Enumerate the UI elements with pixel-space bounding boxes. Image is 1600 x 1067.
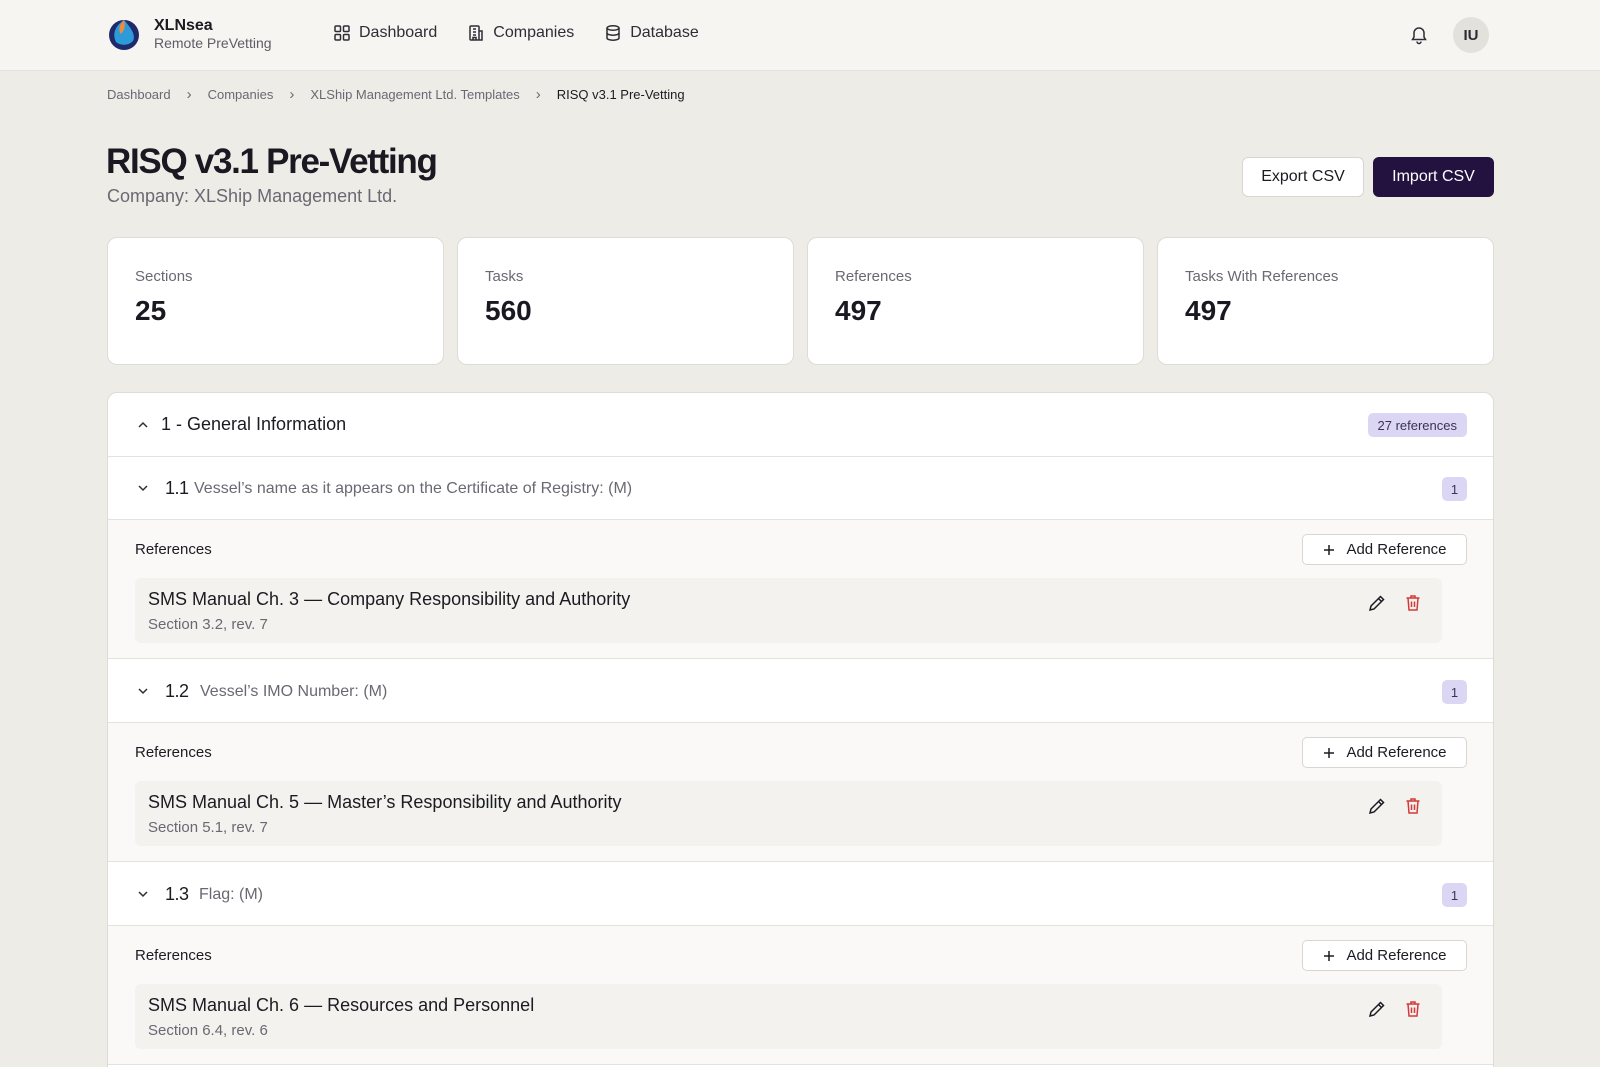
task-row[interactable]: 1.3 Flag: (M) 1 [108, 863, 1493, 926]
references-block: References Add Reference SMS Manual Ch. … [108, 520, 1493, 659]
task-description: Vessel’s IMO Number: (M) [200, 683, 388, 700]
reference-item: SMS Manual Ch. 6 — Resources and Personn… [135, 984, 1442, 1049]
add-reference-label: Add Reference [1346, 947, 1447, 964]
section-header[interactable]: 1 - General Information 27 references [108, 393, 1493, 457]
references-block: References Add Reference SMS Manual Ch. … [108, 926, 1493, 1065]
stat-value: 560 [485, 295, 532, 326]
breadcrumb: Dashboard › Companies › XLShip Managemen… [107, 86, 685, 103]
references-block: References Add Reference SMS Manual Ch. … [108, 723, 1493, 862]
add-reference-button[interactable]: Add Reference [1302, 534, 1467, 565]
add-reference-label: Add Reference [1346, 541, 1447, 558]
stat-card-tasks-with-references: Tasks With References 497 [1157, 237, 1494, 365]
brand[interactable]: XLNsea Remote PreVetting [107, 16, 272, 52]
xlnsea-logo-icon [109, 20, 139, 50]
breadcrumb-current: RISQ v3.1 Pre-Vetting [556, 87, 685, 102]
stat-value: 497 [1185, 295, 1232, 326]
import-csv-button[interactable]: Import CSV [1373, 157, 1494, 197]
task-number: 1.1 [165, 478, 189, 498]
nav-database[interactable]: Database [604, 24, 699, 42]
reference-title: SMS Manual Ch. 6 — Resources and Personn… [148, 995, 535, 1015]
section-title: 1 - General Information [161, 414, 347, 434]
edit-pencil-icon[interactable] [1367, 593, 1387, 613]
export-csv-button[interactable]: Export CSV [1242, 157, 1364, 197]
user-avatar[interactable]: IU [1453, 17, 1489, 53]
grid-icon [334, 25, 350, 41]
stat-label: Tasks With References [1185, 268, 1339, 285]
references-label: References [135, 744, 212, 761]
reference-detail: Section 3.2, rev. 7 [148, 616, 268, 633]
page-subtitle: Company: XLShip Management Ltd. [107, 186, 398, 206]
task-number: 1.3 [165, 884, 189, 904]
add-reference-button[interactable]: Add Reference [1302, 940, 1467, 971]
breadcrumb-company-templates[interactable]: XLShip Management Ltd. Templates [310, 87, 519, 102]
edit-pencil-icon[interactable] [1367, 999, 1387, 1019]
notifications-bell-icon[interactable] [1409, 25, 1429, 45]
stat-card-references: References 497 [807, 237, 1144, 365]
chevron-down-icon [138, 891, 148, 898]
nav-companies[interactable]: Companies [467, 24, 574, 42]
main-nav: Dashboard Companies Database [333, 24, 699, 42]
task-reference-count: 1 [1442, 883, 1467, 907]
delete-trash-icon[interactable] [1403, 593, 1423, 613]
task-row[interactable]: 1.1 Vessel’s name as it appears on the C… [108, 457, 1493, 520]
section-panel: 1 - General Information 27 references 1.… [107, 392, 1494, 1067]
task-reference-count: 1 [1442, 477, 1467, 501]
nav-dashboard[interactable]: Dashboard [333, 24, 437, 42]
chevron-right-icon: › [289, 86, 295, 103]
chevron-right-icon: › [535, 86, 541, 103]
plus-icon [1324, 950, 1335, 961]
reference-title: SMS Manual Ch. 5 — Master’s Responsibili… [148, 792, 622, 812]
nav-database-label: Database [630, 24, 699, 41]
add-reference-label: Add Reference [1346, 744, 1447, 761]
page-title: RISQ v3.1 Pre-Vetting [106, 142, 438, 181]
stat-label: Tasks [485, 268, 524, 285]
reference-detail: Section 6.4, rev. 6 [148, 1022, 268, 1039]
stat-value: 25 [135, 295, 167, 326]
database-icon [606, 25, 620, 41]
chevron-right-icon: › [186, 86, 192, 103]
reference-title: SMS Manual Ch. 3 — Company Responsibilit… [148, 589, 631, 609]
plus-icon [1324, 747, 1335, 758]
add-reference-button[interactable]: Add Reference [1302, 737, 1467, 768]
chevron-up-icon [138, 421, 148, 428]
top-navigation-bar: XLNsea Remote PreVetting Dashboard Compa… [0, 0, 1600, 71]
chevron-down-icon [138, 485, 148, 492]
task-reference-count: 1 [1442, 680, 1467, 704]
delete-trash-icon[interactable] [1403, 796, 1423, 816]
references-count-badge: 27 references [1367, 413, 1467, 437]
reference-item: SMS Manual Ch. 3 — Company Responsibilit… [135, 578, 1442, 643]
references-label: References [135, 947, 212, 964]
edit-pencil-icon[interactable] [1367, 796, 1387, 816]
delete-trash-icon[interactable] [1403, 999, 1423, 1019]
stat-value: 497 [835, 295, 882, 326]
breadcrumb-companies[interactable]: Companies [208, 87, 274, 102]
task-row[interactable]: 1.2 Vessel’s IMO Number: (M) 1 [108, 660, 1493, 723]
reference-detail: Section 5.1, rev. 7 [148, 819, 268, 836]
nav-dashboard-label: Dashboard [359, 24, 438, 41]
reference-item: SMS Manual Ch. 5 — Master’s Responsibili… [135, 781, 1442, 846]
stat-label: References [835, 268, 912, 285]
references-label: References [135, 541, 212, 558]
stat-card-tasks: Tasks 560 [457, 237, 794, 365]
task-number: 1.2 [165, 681, 189, 701]
task-description: Vessel’s name as it appears on the Certi… [194, 480, 633, 497]
chevron-down-icon [138, 688, 148, 695]
task-description: Flag: (M) [199, 886, 263, 903]
stat-label: Sections [135, 268, 193, 285]
stat-card-sections: Sections 25 [107, 237, 444, 365]
brand-name: XLNsea [154, 17, 213, 34]
building-icon [469, 25, 484, 41]
plus-icon [1324, 544, 1335, 555]
breadcrumb-dashboard[interactable]: Dashboard [107, 87, 171, 102]
nav-companies-label: Companies [493, 24, 575, 41]
brand-subtitle: Remote PreVetting [154, 35, 272, 52]
